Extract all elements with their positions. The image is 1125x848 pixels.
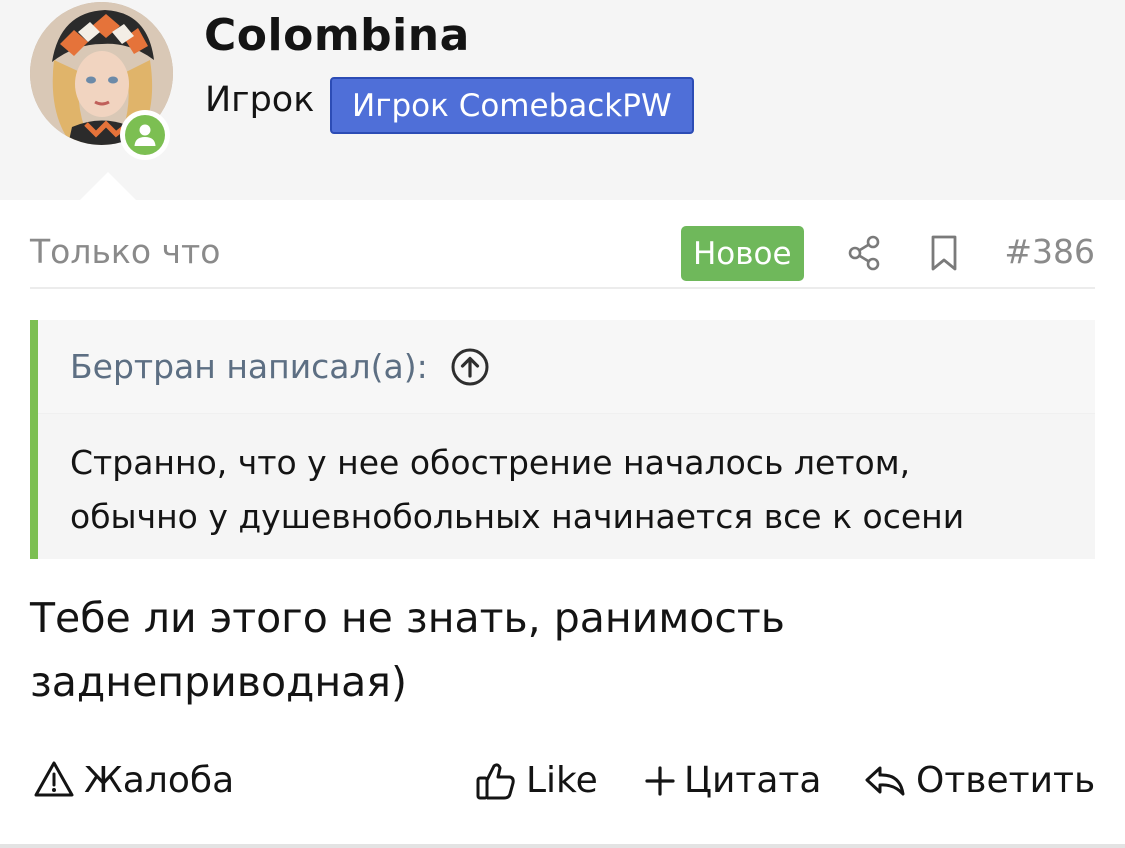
thumbs-up-icon bbox=[476, 763, 515, 800]
quote-block: Бертран написал(а): Странно, что у нее о… bbox=[30, 320, 1095, 559]
quote-line-2: обычно у душевнобольных начинается все к… bbox=[70, 497, 965, 536]
post-bottom-border bbox=[0, 844, 1125, 848]
quote-text: Странно, что у нее обострение началось л… bbox=[38, 414, 1095, 544]
share-button[interactable] bbox=[842, 231, 886, 275]
quote-label: Цитата bbox=[684, 759, 822, 801]
meta-divider bbox=[30, 287, 1095, 289]
online-user-icon bbox=[134, 124, 156, 146]
header-pointer bbox=[80, 172, 136, 200]
share-icon bbox=[848, 235, 880, 271]
reply-arrow-icon bbox=[865, 766, 905, 796]
user-banner: Игрок ComebackPW bbox=[330, 77, 694, 134]
message-line-1: Тебе ли этого не знать, ранимость bbox=[30, 594, 785, 642]
bookmark-icon bbox=[931, 235, 957, 271]
like-button[interactable]: Like bbox=[474, 754, 598, 806]
new-badge: Новое bbox=[681, 226, 804, 281]
report-button[interactable]: Жалоба bbox=[32, 754, 234, 806]
bookmark-button[interactable] bbox=[922, 231, 966, 275]
report-label: Жалоба bbox=[84, 759, 235, 801]
online-status bbox=[120, 110, 170, 160]
warning-triangle-icon bbox=[34, 761, 74, 797]
username-link[interactable]: Colombina bbox=[204, 10, 470, 61]
quote-jump-button[interactable] bbox=[450, 347, 490, 387]
like-label: Like bbox=[526, 759, 598, 801]
plus-icon bbox=[645, 766, 675, 796]
post-number-link[interactable]: #386 bbox=[1004, 232, 1095, 271]
quote-header: Бертран написал(а): bbox=[38, 320, 1095, 414]
user-title: Игрок bbox=[205, 80, 315, 120]
reply-label: Ответить bbox=[916, 759, 1096, 801]
quote-author[interactable]: Бертран написал(а): bbox=[70, 347, 428, 386]
arrow-up-circle-icon bbox=[451, 348, 489, 385]
user-header: Colombina Игрок Игрок ComebackPW bbox=[0, 0, 1125, 200]
reply-button[interactable]: Ответить bbox=[862, 754, 1095, 806]
message-text: Тебе ли этого не знать, ранимость заднеп… bbox=[30, 586, 1095, 714]
quote-button[interactable]: Цитата bbox=[644, 754, 821, 806]
quote-line-1: Странно, что у нее обострение началось л… bbox=[70, 443, 911, 482]
message-line-2: заднеприводная) bbox=[30, 658, 407, 706]
post-time[interactable]: Только что bbox=[30, 232, 220, 271]
